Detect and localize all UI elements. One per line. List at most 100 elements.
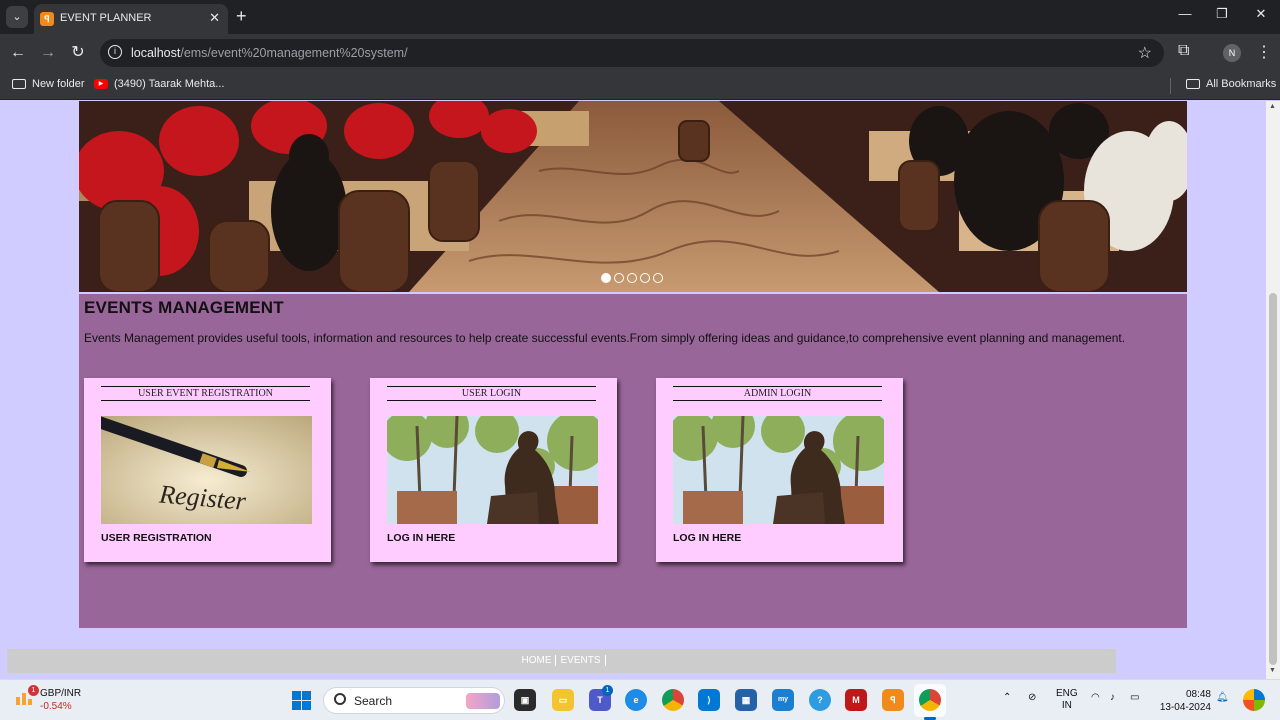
- bookmarks-bar: New folder ▶ (3490) Taarak Mehta... All …: [0, 72, 1280, 100]
- search-label: Search: [354, 694, 393, 708]
- url-host: localhost: [131, 46, 181, 60]
- carousel-dot[interactable]: [627, 273, 637, 283]
- browser-tab[interactable]: ꟼ EVENT PLANNER ✕: [34, 4, 228, 34]
- url-text[interactable]: localhost/ems/event%20management%20syste…: [131, 46, 408, 60]
- chrome-icon[interactable]: [662, 689, 684, 711]
- youtube-icon: ▶: [94, 79, 108, 89]
- page-description: Events Management provides useful tools,…: [84, 331, 1126, 345]
- bookmark-label: New folder: [32, 78, 85, 90]
- scrollbar-thumb[interactable]: [1269, 293, 1277, 665]
- statue-image[interactable]: [673, 416, 884, 524]
- ticker-change: -0.54%: [40, 701, 72, 712]
- vscode-icon[interactable]: ⟩: [698, 689, 720, 711]
- folder-icon: [1186, 79, 1200, 89]
- browser-tab-strip: ⌄ ꟼ EVENT PLANNER ✕ + — ❐ ✕: [0, 0, 1280, 34]
- xampp-icon[interactable]: ꟼ: [882, 689, 904, 711]
- address-bar[interactable]: i localhost/ems/event%20management%20sys…: [100, 39, 1164, 67]
- scroll-up-arrow-icon[interactable]: ▲: [1269, 103, 1276, 110]
- scroll-down-arrow-icon[interactable]: ▼: [1269, 667, 1276, 674]
- all-bookmarks-label: All Bookmarks: [1206, 78, 1277, 90]
- notification-badge: 1: [28, 685, 39, 696]
- card-title: USER EVENT REGISTRATION: [101, 386, 310, 401]
- footer-link-events[interactable]: EVENTS: [556, 655, 606, 666]
- statue-image[interactable]: [387, 416, 598, 524]
- card-admin-login: ADMIN LOGIN LOG IN HERE: [656, 378, 903, 562]
- tab-title: EVENT PLANNER: [60, 12, 152, 24]
- back-button[interactable]: ←: [8, 43, 28, 63]
- tab-search-button[interactable]: ⌄: [6, 6, 28, 28]
- card-title: USER LOGIN: [387, 386, 596, 401]
- clock-date: 13-04-2024: [1159, 702, 1211, 713]
- carousel-dot[interactable]: [640, 273, 650, 283]
- page-title: EVENTS MANAGEMENT: [84, 298, 284, 317]
- network-off-icon[interactable]: ⊘: [1028, 692, 1036, 704]
- admin-login-link[interactable]: LOG IN HERE: [673, 532, 741, 544]
- system-clock[interactable]: 08:48 13-04-2024: [1158, 688, 1211, 714]
- file-explorer-icon[interactable]: ▭: [552, 689, 574, 711]
- region-code: IN: [1061, 700, 1072, 711]
- minimize-button[interactable]: —: [1173, 6, 1197, 21]
- browser-toolbar: ← → ↻ i localhost/ems/event%20management…: [0, 34, 1280, 72]
- volume-icon[interactable]: ♪: [1110, 692, 1115, 704]
- ticker-symbol: GBP/INR: [40, 688, 82, 699]
- wifi-icon[interactable]: ◠: [1091, 692, 1100, 704]
- conference-hall-photo: [79, 101, 1187, 292]
- search-highlight-icon: [466, 693, 500, 709]
- clock-time: 08:48: [1185, 689, 1211, 700]
- windows-taskbar: 1 GBP/INR -0.54% Search ▣ ▭ T 1 e ⟩ ▦ my…: [0, 679, 1280, 720]
- bookmark-youtube[interactable]: ▶ (3490) Taarak Mehta...: [94, 78, 224, 90]
- user-login-link[interactable]: LOG IN HERE: [387, 532, 455, 544]
- footer-nav: HOME EVENTS: [7, 649, 1116, 673]
- battery-icon[interactable]: ▭: [1130, 692, 1139, 704]
- chrome-profile-icon[interactable]: [919, 689, 941, 711]
- language-indicator[interactable]: ENG IN: [1056, 688, 1078, 712]
- new-tab-button[interactable]: +: [236, 6, 247, 26]
- windows-start-icon[interactable]: [292, 691, 311, 710]
- forward-button[interactable]: →: [38, 43, 58, 63]
- carousel-banner[interactable]: [79, 101, 1187, 292]
- bookmark-label: (3490) Taarak Mehta...: [114, 78, 225, 90]
- card-user-registration: USER EVENT REGISTRATION Register USER RE…: [84, 378, 331, 562]
- copilot-icon[interactable]: [1243, 689, 1265, 711]
- edge-icon[interactable]: e: [625, 689, 647, 711]
- main-content: EVENTS MANAGEMENT Events Management prov…: [79, 294, 1187, 628]
- mcafee-icon[interactable]: M: [845, 689, 867, 711]
- teams-badge: 1: [602, 685, 613, 696]
- tray-overflow-icon[interactable]: ⌃: [1003, 692, 1011, 704]
- notification-bell-icon[interactable]: 🔔︎: [1216, 692, 1229, 704]
- card-title: ADMIN LOGIN: [673, 386, 882, 401]
- store-icon[interactable]: ▦: [735, 689, 757, 711]
- maximize-button[interactable]: ❐: [1210, 6, 1234, 22]
- carousel-dot[interactable]: [614, 273, 624, 283]
- mytp-icon[interactable]: my: [772, 689, 794, 711]
- stock-widget[interactable]: 1 GBP/INR -0.54%: [14, 685, 82, 713]
- xampp-icon: ꟼ: [40, 12, 54, 26]
- browser-menu-icon[interactable]: ⋮: [1256, 42, 1272, 62]
- page-scrollbar[interactable]: ▲ ▼: [1266, 101, 1280, 679]
- task-view-icon[interactable]: ▣: [514, 689, 536, 711]
- search-icon: [334, 693, 346, 705]
- bookmarks-divider: [1170, 78, 1171, 94]
- footer-link-home[interactable]: HOME: [517, 655, 557, 666]
- carousel-indicators: [601, 273, 663, 283]
- carousel-dot[interactable]: [653, 273, 663, 283]
- taskbar-search[interactable]: Search: [323, 687, 505, 714]
- close-tab-icon[interactable]: ✕: [209, 10, 220, 26]
- stock-chart-icon: 1: [14, 685, 39, 707]
- register-pen-image[interactable]: Register: [101, 416, 312, 524]
- profile-avatar[interactable]: N: [1223, 44, 1241, 62]
- site-info-icon[interactable]: i: [108, 45, 122, 59]
- user-registration-link[interactable]: USER REGISTRATION: [101, 532, 212, 544]
- card-user-login: USER LOGIN LOG IN HERE: [370, 378, 617, 562]
- all-bookmarks-button[interactable]: All Bookmarks: [1186, 78, 1276, 90]
- language-code: ENG: [1056, 688, 1078, 699]
- reload-button[interactable]: ↻: [68, 43, 88, 63]
- carousel-dot[interactable]: [601, 273, 611, 283]
- bookmark-new-folder[interactable]: New folder: [12, 78, 85, 90]
- help-icon[interactable]: ?: [809, 689, 831, 711]
- url-path: /ems/event%20management%20system/: [180, 46, 408, 60]
- folder-icon: [12, 79, 26, 89]
- close-window-button[interactable]: ✕: [1249, 6, 1273, 22]
- bookmark-star-icon[interactable]: ☆: [1138, 43, 1152, 63]
- extensions-icon[interactable]: ⧉: [1178, 42, 1189, 60]
